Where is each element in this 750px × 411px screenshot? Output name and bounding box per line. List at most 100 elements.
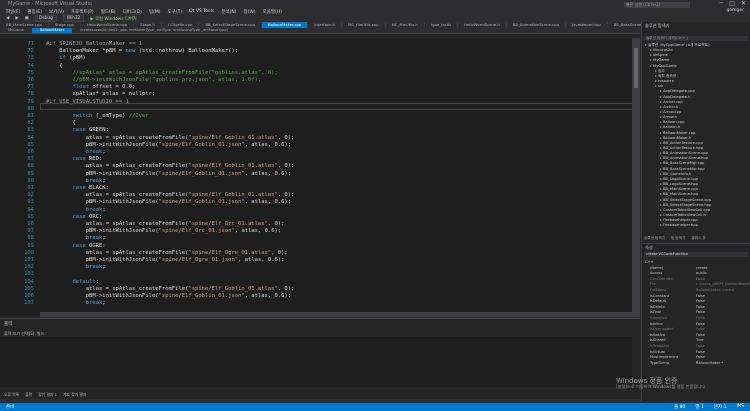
property-row[interactable]: IsInjected False	[644, 316, 748, 321]
minimize-icon[interactable]: ─	[720, 0, 724, 7]
forward-icon[interactable]: ▶	[15, 16, 18, 21]
code-line[interactable]: spAtlas* atlas = nullptr;	[46, 91, 155, 97]
property-value[interactable]: False	[696, 310, 705, 315]
menu-item[interactable]: 디버그(D)	[123, 9, 142, 15]
property-value[interactable]: False	[696, 316, 705, 321]
tree-item[interactable]: ▸ libSpine	[650, 53, 668, 57]
panel-tab[interactable]: 솔루션 탐색기	[644, 236, 665, 241]
tree-item[interactable]: ▸ Arrow.h	[660, 115, 677, 119]
code-line[interactable]: switch (_emType) //Over	[46, 113, 149, 119]
code-line[interactable]: break;	[46, 178, 106, 184]
menu-item[interactable]: 분석(N)	[221, 9, 236, 15]
tree-item[interactable]: ▸ Firebasehelper.hpp	[660, 223, 698, 227]
property-row[interactable]: IsShared True	[644, 338, 748, 343]
property-row[interactable]: TypeString BalloonMaker *	[644, 361, 748, 366]
property-row[interactable]: IsVirtual False	[644, 350, 748, 355]
code-line[interactable]: #if USE_VISUALSTUDIO == 1	[46, 99, 129, 105]
start-debugging-button[interactable]: ▶ 로컬 Windows 디버거	[90, 16, 136, 22]
tree-item[interactable]: ▸ resource	[655, 79, 674, 83]
property-value[interactable]: create	[696, 266, 707, 271]
tree-item[interactable]: ▸ BalloonMaker.cpp	[660, 131, 696, 135]
menu-item[interactable]: 도구(T)	[168, 9, 183, 15]
property-row[interactable]: IsOverloaded False	[644, 327, 748, 332]
solution-search-input[interactable]: 솔루션 탐색기 검색(Ctrl+;)	[644, 36, 748, 41]
code-line[interactable]: break;	[46, 235, 106, 241]
tree-item[interactable]: ▸ AppDelegate.h	[660, 95, 690, 99]
property-value[interactable]: False	[696, 350, 705, 355]
tree-item[interactable]: ▸ BalloonMaker.h	[660, 136, 691, 140]
code-line[interactable]: pBM->initWithJsonFile("spine/Elf_Goblin_…	[46, 199, 291, 205]
menu-item[interactable]: 도움말(H)	[263, 9, 282, 15]
tree-item[interactable]: ▸ MyGame	[650, 58, 669, 62]
vertical-scrollbar[interactable]	[632, 38, 640, 317]
tree-item[interactable]: ▸ BB_SelectStageScene.cpp	[660, 198, 711, 202]
property-row[interactable]: MustImplement False	[644, 355, 748, 360]
menu-item[interactable]: Qt VS Tools	[189, 9, 214, 14]
property-row[interactable]: IsSealed False	[644, 333, 748, 338]
code-line[interactable]: case BLACK:	[46, 185, 109, 191]
code-line[interactable]: atlas = spAtlas_createFromFile("spine/El…	[46, 192, 295, 198]
code-line[interactable]: pBM->initWithJsonFile("spine/Elf_Goblin_…	[46, 142, 291, 148]
code-line[interactable]: pBM->initWithJsonFile("spine/Elf_Goblin_…	[46, 293, 291, 299]
code-line[interactable]: case ORC:	[46, 214, 103, 220]
tree-item[interactable]: ▸ CustomTableViewCell.h	[660, 213, 706, 217]
property-row[interactable]: IsFinal False	[644, 310, 748, 315]
scrollbar-thumb[interactable]	[634, 48, 638, 88]
output-tab[interactable]: 오류 목록	[4, 392, 19, 398]
tree-item[interactable]: ▸ AppDelegate.cpp	[660, 89, 695, 93]
tree-item[interactable]: ▸ Firebasehelper.cpp	[660, 218, 698, 222]
code-line[interactable]: atlas = spAtlas_createFromFile("spine/El…	[46, 163, 295, 169]
code-line[interactable]: pBM->initWithJsonFile("spine/Elf_Orc_01.…	[46, 228, 281, 234]
panel-tab[interactable]: 팀 탐색기	[671, 236, 685, 241]
property-row[interactable]: IsTemplate False	[644, 344, 748, 349]
menu-item[interactable]: 창(W)	[243, 9, 255, 15]
configuration-select[interactable]: Debug	[34, 15, 57, 22]
property-row[interactable]: CanOverride False	[644, 277, 748, 282]
tree-item[interactable]: ▸ Archer.cpp	[660, 100, 683, 104]
property-value[interactable]: False	[696, 355, 705, 360]
property-value[interactable]: BalloonMaker::create	[696, 288, 734, 293]
tree-item[interactable]: ▸ BB_AnimationScene.hpp	[660, 156, 708, 160]
code-line[interactable]: atlas = spAtlas_createFromFile("spine/El…	[46, 221, 285, 227]
property-value[interactable]: False	[696, 299, 705, 304]
tree-item[interactable]: ▸ BB_MainScene.hpp	[660, 192, 698, 196]
code-line[interactable]: //pBM->initWithJsonFile("goblins-pro.jso…	[46, 77, 261, 83]
tree-item[interactable]: ▸ CustomTableViewCell.cpp	[660, 208, 710, 212]
user-name[interactable]: gomger	[727, 8, 744, 13]
maximize-icon[interactable]: □	[729, 0, 735, 7]
property-row[interactable]: Access public	[644, 271, 748, 276]
tree-item[interactable]: ▸ BB_BossSceneMgr.hpp	[660, 167, 705, 171]
property-row[interactable]: FullName BalloonMaker::create	[644, 288, 748, 293]
property-row[interactable]: IsConstant False	[644, 294, 748, 299]
menu-item[interactable]: 편집(E)	[27, 9, 42, 15]
tree-item[interactable]: ▸ Balloon.h	[660, 125, 680, 129]
tree-item[interactable]: ▸ BB_SelectStageScene.hpp	[660, 203, 711, 207]
property-row[interactable]: (Name) create	[644, 266, 748, 271]
property-row[interactable]: File c:\cocos_git\MY_BalloonBoom\MyGame\C	[644, 282, 750, 287]
property-value[interactable]: c:\cocos_git\MY_BalloonBoom\MyGame\C	[696, 282, 750, 287]
panel-tab[interactable]: 클래스 뷰	[691, 236, 705, 241]
property-value[interactable]: False	[696, 322, 705, 327]
code-editor[interactable]: 71 72 73 74 75 76 77 78 79 80 81 82 83 84 85 86 87 88 89 90…	[0, 38, 640, 317]
platform-select[interactable]: Win32	[62, 15, 85, 22]
code-line[interactable]: atlas = spAtlas_createFromFile("spine/El…	[46, 135, 295, 141]
code-line[interactable]: {	[46, 120, 75, 126]
property-row[interactable]: IsDelete False	[644, 305, 748, 310]
code-line[interactable]: if (pBM)	[46, 55, 86, 61]
code-line[interactable]: float offset = 0.0;	[46, 84, 136, 90]
tree-item[interactable]: ▸ BB_LogoScene.cpp	[660, 177, 698, 181]
property-value[interactable]: False	[696, 294, 705, 299]
property-row[interactable]: IsInline False	[644, 322, 748, 327]
code-line[interactable]: atlas = spAtlas_createFromFile("spine/El…	[46, 250, 288, 256]
code-line[interactable]: case RED:	[46, 156, 103, 162]
tree-item[interactable]: ▸ src	[655, 84, 663, 88]
property-value[interactable]: False	[696, 305, 705, 310]
property-row[interactable]: C++	[644, 260, 748, 265]
tree-item[interactable]: ▸ BB_MainScene.cpp	[660, 187, 698, 191]
code-line[interactable]: BalloonMaker *pBM = new (std::nothrow) B…	[46, 48, 238, 54]
tree-item[interactable]: ▸ Balloon.cpp	[660, 120, 685, 124]
property-value[interactable]: False	[696, 344, 705, 349]
code-line[interactable]: case OGRE:	[46, 243, 106, 249]
code-line[interactable]: pBM->initWithJsonFile("spine/Elf_Ogre_01…	[46, 257, 285, 263]
code-line[interactable]: break;	[46, 264, 106, 270]
